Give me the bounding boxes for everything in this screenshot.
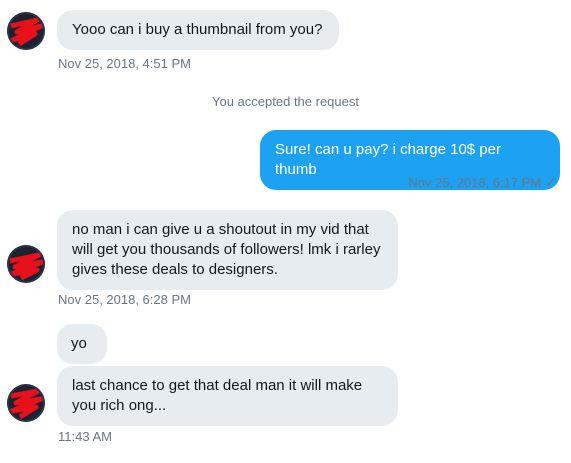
avatar[interactable]	[7, 12, 45, 50]
system-notice: You accepted the request	[212, 94, 359, 109]
message-text: no man i can give u a shoutout in my vid…	[72, 221, 381, 278]
message-time: Nov 25, 2018, 6:17 PM	[408, 175, 542, 190]
check-icon: ✓	[545, 174, 557, 190]
message-timestamp: 11:43 AM	[58, 429, 112, 444]
message-timestamp: Nov 25, 2018, 4:51 PM	[58, 56, 191, 71]
avatar[interactable]	[7, 384, 45, 422]
message-bubble-incoming[interactable]: yo	[57, 324, 107, 364]
message-text: last chance to get that deal man it will…	[72, 377, 363, 414]
message-bubble-incoming[interactable]: Yooo can i buy a thumbnail from you?	[57, 10, 339, 50]
message-bubble-incoming[interactable]: last chance to get that deal man it will…	[57, 366, 398, 426]
message-bubble-incoming[interactable]: no man i can give u a shoutout in my vid…	[57, 210, 398, 290]
avatar[interactable]	[7, 245, 45, 283]
message-timestamp: Nov 25, 2018, 6:17 PM ✓	[408, 174, 557, 191]
message-timestamp: Nov 25, 2018, 6:28 PM	[58, 292, 191, 307]
message-text: yo	[71, 335, 87, 352]
message-text: Yooo can i buy a thumbnail from you?	[72, 21, 323, 38]
message-text: Sure! can u pay? i charge 10$ per thumb	[275, 141, 501, 178]
